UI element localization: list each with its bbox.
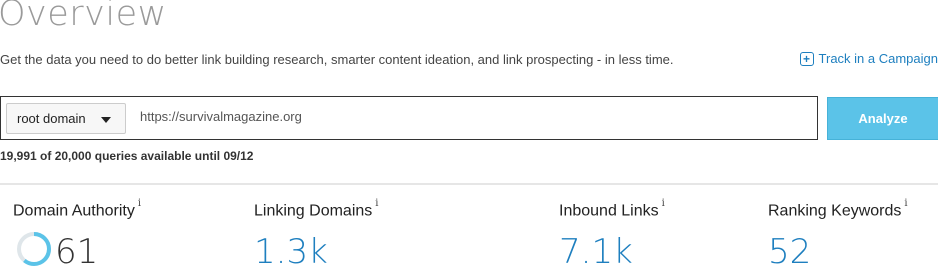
scope-select[interactable]: root domain bbox=[6, 103, 126, 134]
url-input[interactable]: https://survivalmagazine.org bbox=[140, 109, 302, 124]
inbound-links-value[interactable]: 7.1k bbox=[559, 232, 633, 272]
ranking-keywords-label: Ranking Keywords bbox=[768, 202, 902, 220]
domain-authority-label: Domain Authority bbox=[13, 202, 135, 220]
metric-ranking-keywords: Ranking Keywords i 52 bbox=[768, 198, 908, 272]
page-subtitle: Get the data you need to do better link … bbox=[0, 52, 674, 67]
domain-authority-value: 61 bbox=[55, 232, 99, 272]
analyze-button[interactable]: Analyze bbox=[827, 97, 938, 140]
track-in-campaign-label: Track in a Campaign bbox=[818, 51, 938, 66]
metric-linking-domains: Linking Domains i 1.3k bbox=[254, 198, 378, 272]
metric-inbound-links: Inbound Links i 7.1k bbox=[559, 198, 665, 272]
query-quota-text: 19,991 of 20,000 queries available until… bbox=[0, 149, 254, 163]
linking-domains-value[interactable]: 1.3k bbox=[254, 232, 328, 272]
info-icon[interactable]: i bbox=[662, 198, 665, 209]
scope-select-value: root domain bbox=[17, 111, 86, 126]
search-bar: root domain https://survivalmagazine.org bbox=[0, 96, 818, 140]
info-icon[interactable]: i bbox=[138, 198, 141, 209]
metric-domain-authority: Domain Authority i 61 bbox=[13, 198, 141, 272]
ranking-keywords-value[interactable]: 52 bbox=[768, 232, 811, 272]
caret-down-icon bbox=[101, 117, 111, 123]
track-in-campaign-link[interactable]: + Track in a Campaign bbox=[799, 51, 938, 66]
section-divider bbox=[0, 183, 938, 185]
page-title: Overview bbox=[0, 0, 167, 34]
linking-domains-label: Linking Domains bbox=[254, 202, 373, 220]
domain-authority-gauge bbox=[17, 232, 51, 266]
inbound-links-label: Inbound Links bbox=[559, 202, 659, 220]
info-icon[interactable]: i bbox=[904, 198, 907, 209]
plus-square-icon: + bbox=[799, 51, 814, 66]
info-icon[interactable]: i bbox=[375, 198, 378, 209]
